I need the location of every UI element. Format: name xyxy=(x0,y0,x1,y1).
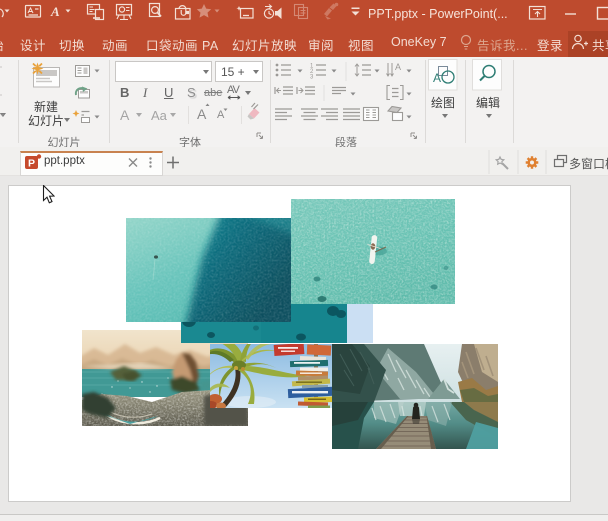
svg-text:3: 3 xyxy=(310,75,314,81)
svg-text:A: A xyxy=(395,62,401,72)
svg-text:P: P xyxy=(28,158,35,170)
svg-text:A: A xyxy=(50,4,60,19)
svg-text:A: A xyxy=(433,71,441,85)
